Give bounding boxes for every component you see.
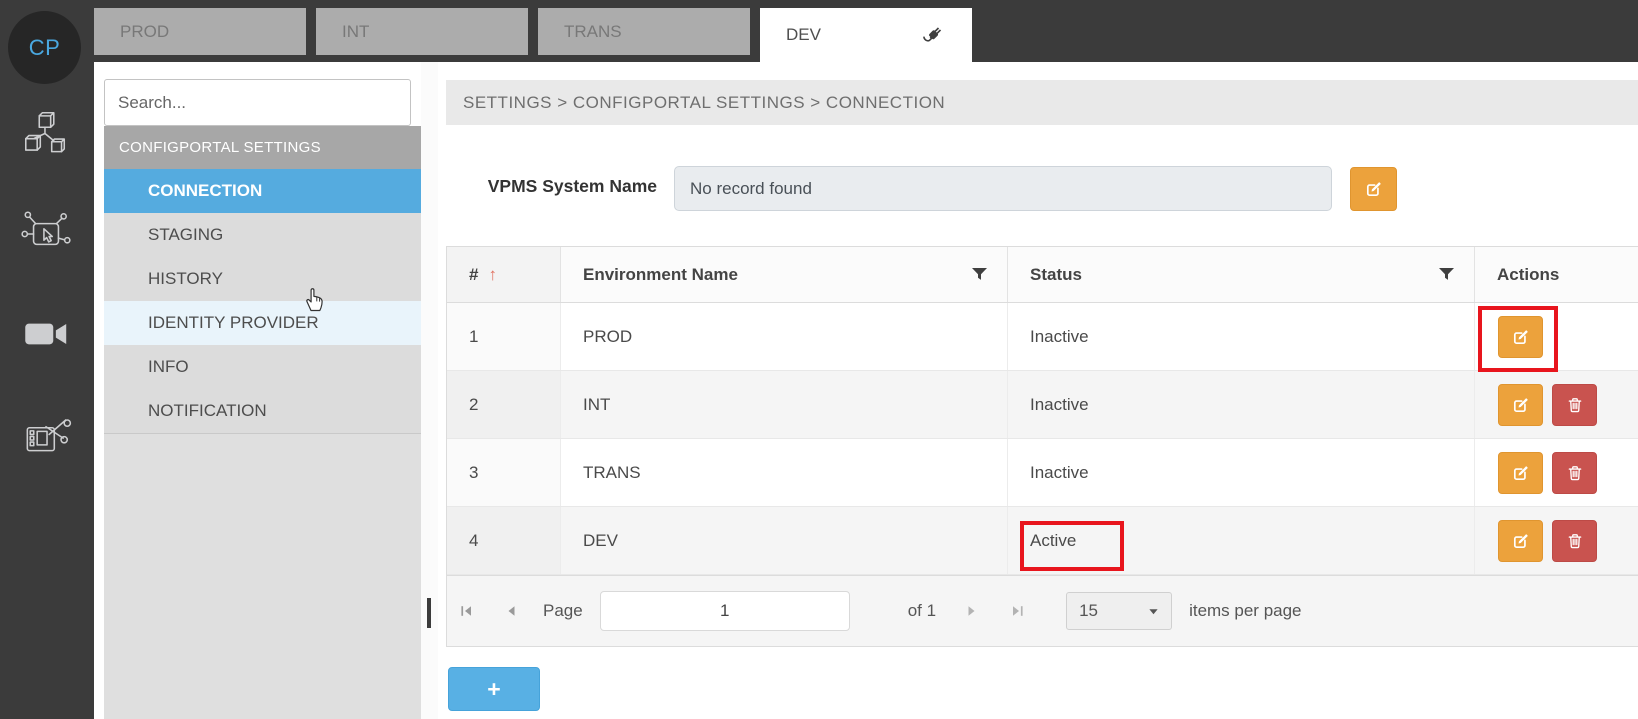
video-camera-icon[interactable] [18, 306, 74, 362]
vpms-system-name-field[interactable] [674, 166, 1332, 211]
actions-cell [1475, 439, 1637, 506]
avatar[interactable]: CP [8, 11, 81, 84]
actions-cell [1475, 507, 1637, 574]
chevron-down-icon [1148, 606, 1159, 617]
sidebar-item-connection[interactable]: CONNECTION [104, 169, 421, 213]
tab-dev[interactable]: DEV [760, 8, 972, 62]
add-environment-button[interactable]: + [448, 667, 540, 711]
environment-header-label: Environment Name [583, 264, 738, 284]
settings-menu: CONFIGPORTAL SETTINGS CONNECTION STAGING… [104, 126, 421, 433]
column-header-actions: Actions [1475, 247, 1637, 302]
tab-int-label: INT [342, 21, 370, 41]
column-header-status[interactable]: Status [1008, 247, 1475, 302]
panel-filler [104, 433, 421, 719]
environment-cell: TRANS [561, 439, 1008, 506]
tab-prod-label: PROD [120, 21, 170, 41]
status-cell: Active [1008, 507, 1475, 574]
vpms-edit-button[interactable] [1350, 167, 1397, 211]
environments-grid: # ↑ Environment Name Status Actions 1 PR… [446, 246, 1638, 647]
status-text: Active [1030, 530, 1077, 550]
actions-cell [1475, 303, 1637, 370]
status-text: Inactive [1030, 326, 1089, 346]
trash-icon [1566, 396, 1584, 414]
sidebar-item-history[interactable]: HISTORY [104, 257, 421, 301]
avatar-text: CP [28, 34, 61, 60]
actions-cell [1475, 371, 1637, 438]
delete-button[interactable] [1552, 451, 1597, 494]
actions-header-label: Actions [1497, 264, 1560, 284]
table-row-4: 4 DEV Active [447, 507, 1638, 575]
edit-button[interactable] [1498, 383, 1543, 426]
edit-button[interactable] [1498, 315, 1543, 358]
trash-icon [1566, 464, 1584, 482]
status-cell: Inactive [1008, 439, 1475, 506]
status-text: Inactive [1030, 462, 1089, 482]
page-size-value: 15 [1079, 601, 1098, 620]
table-row-3: 3 TRANS Inactive [447, 439, 1638, 507]
menu-section-header: CONFIGPORTAL SETTINGS [104, 126, 421, 169]
row-number-cell: 1 [447, 303, 561, 370]
sort-ascending-icon: ↑ [488, 264, 497, 284]
edit-icon [1512, 464, 1530, 482]
trash-icon [1566, 532, 1584, 550]
edit-icon [1512, 396, 1530, 414]
column-header-environment[interactable]: Environment Name [561, 247, 1008, 302]
sidebar-item-info[interactable]: INFO [104, 345, 421, 389]
delete-button[interactable] [1552, 383, 1597, 426]
status-text: Inactive [1030, 394, 1089, 414]
breadcrumb: SETTINGS > CONFIGPORTAL SETTINGS > CONNE… [446, 80, 1638, 125]
status-cell: Inactive [1008, 371, 1475, 438]
sidebar-item-notification[interactable]: NOTIFICATION [104, 389, 421, 433]
page-label: Page [543, 601, 583, 620]
first-page-icon[interactable] [459, 604, 474, 618]
items-per-page-label: items per page [1189, 601, 1302, 620]
table-row-2: 2 INT Inactive [447, 371, 1638, 439]
video-edit-icon[interactable] [18, 406, 74, 462]
edit-icon [1512, 328, 1530, 346]
plug-icon [920, 22, 946, 48]
app-interaction-icon[interactable] [18, 206, 74, 262]
last-page-icon[interactable] [1010, 604, 1025, 618]
table-row-1: 1 PROD Inactive [447, 303, 1638, 371]
tab-prod[interactable]: PROD [94, 8, 306, 55]
tab-dev-label: DEV [786, 25, 821, 44]
plus-icon: + [487, 675, 501, 702]
edit-button[interactable] [1498, 519, 1543, 562]
edit-button[interactable] [1498, 451, 1543, 494]
tab-trans[interactable]: TRANS [538, 8, 750, 55]
vpms-system-name-label: VPMS System Name [487, 176, 657, 196]
panel-scrollbar-thumb[interactable] [427, 598, 431, 628]
tab-int[interactable]: INT [316, 8, 528, 55]
grid-header: # ↑ Environment Name Status Actions [447, 247, 1638, 303]
tab-trans-label: TRANS [564, 21, 622, 41]
status-header-label: Status [1030, 264, 1082, 284]
settings-panel: CONFIGPORTAL SETTINGS CONNECTION STAGING… [94, 62, 421, 719]
status-cell: Inactive [1008, 303, 1475, 370]
next-page-icon[interactable] [964, 604, 979, 618]
delete-button[interactable] [1552, 519, 1597, 562]
status-filter-icon[interactable] [1439, 268, 1454, 282]
page-number-input[interactable] [599, 591, 850, 631]
row-number-cell: 4 [447, 507, 561, 574]
app-rail: CP [0, 0, 94, 719]
row-number-cell: 3 [447, 439, 561, 506]
environment-cell: DEV [561, 507, 1008, 574]
previous-page-icon[interactable] [504, 604, 519, 618]
grid-pager: Page of 1 15 items per page [447, 575, 1638, 646]
sidebar-item-identity-provider[interactable]: IDENTITY PROVIDER [104, 301, 421, 345]
sidebar-item-staging[interactable]: STAGING [104, 213, 421, 257]
environment-cell: PROD [561, 303, 1008, 370]
num-header-label: # [469, 264, 479, 284]
modules-icon[interactable] [18, 106, 74, 162]
environment-filter-icon[interactable] [972, 268, 987, 282]
environment-cell: INT [561, 371, 1008, 438]
edit-icon [1512, 532, 1530, 550]
row-number-cell: 2 [447, 371, 561, 438]
column-header-num[interactable]: # ↑ [447, 247, 561, 302]
search-input[interactable] [104, 79, 411, 126]
page-size-dropdown[interactable]: 15 [1066, 592, 1173, 630]
edit-icon [1365, 180, 1383, 198]
page-count-label: of 1 [907, 601, 937, 620]
